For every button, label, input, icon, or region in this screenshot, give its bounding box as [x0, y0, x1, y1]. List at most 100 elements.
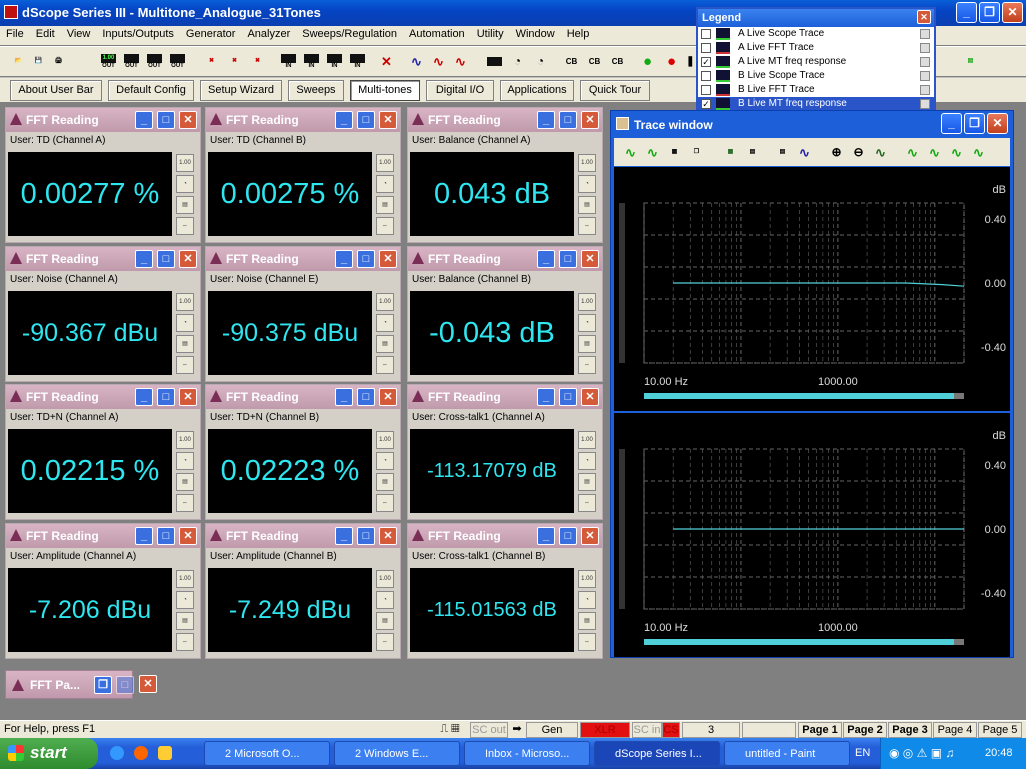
reading-expand-icon[interactable]: ⇔	[376, 217, 394, 235]
panel-minimize-button[interactable]: _	[135, 388, 153, 406]
reading-log-icon[interactable]: ▤	[376, 612, 394, 630]
reading-settings-icon[interactable]: ◔	[578, 591, 596, 609]
reading-settings-icon[interactable]: ◔	[578, 452, 596, 470]
legend-close-button[interactable]: ✕	[917, 10, 931, 24]
reading-expand-icon[interactable]: ⇔	[578, 356, 596, 374]
fft-reading-panel[interactable]: FFT Reading _ □ ✕ User: TD (Channel A) 0.0027…	[5, 107, 201, 243]
reading-format-icon[interactable]: 1.00	[578, 431, 596, 449]
fft-reading-title-bar[interactable]: FFT Reading _ □ ✕	[6, 524, 200, 548]
trace-icon[interactable]: ∿	[644, 144, 661, 161]
menu-generator[interactable]: Generator	[180, 26, 242, 42]
reading-settings-icon[interactable]: ◔	[176, 314, 194, 332]
legend-properties-icon[interactable]	[920, 71, 930, 81]
ie-icon[interactable]	[110, 746, 124, 760]
reading-format-icon[interactable]: 1.00	[578, 154, 596, 172]
zoom-in-icon[interactable]: ⊕	[828, 144, 845, 161]
panel-minimize-button[interactable]: _	[537, 388, 555, 406]
reading-settings-icon[interactable]: ◔	[376, 452, 394, 470]
channel-icon[interactable]: CB	[586, 53, 603, 70]
page-2-tab[interactable]: Page 2	[843, 722, 887, 738]
fft-reading-title-bar[interactable]: FFT Reading _ □ ✕	[206, 108, 400, 132]
fft-reading-panel[interactable]: FFT Reading _ □ ✕ User: Noise (Channel E) -90…	[205, 246, 401, 382]
output-off-icon[interactable]: ✖	[203, 53, 220, 70]
reading-format-icon[interactable]: 1.00	[376, 431, 394, 449]
go-icon[interactable]: ●	[639, 53, 656, 70]
reading-format-icon[interactable]: 1.00	[376, 154, 394, 172]
panel-close-button[interactable]: ✕	[379, 250, 397, 268]
menu-file[interactable]: File	[0, 26, 30, 42]
panel-close-button[interactable]: ✕	[379, 527, 397, 545]
page-1-tab[interactable]: Page 1	[798, 722, 842, 738]
reading-expand-icon[interactable]: ⇔	[176, 633, 194, 651]
menu-analyzer[interactable]: Analyzer	[241, 26, 296, 42]
grid-icon[interactable]: ▦	[722, 144, 739, 161]
cursor-icon[interactable]: ∿	[948, 144, 965, 161]
panel-maximize-button[interactable]: □	[157, 527, 175, 545]
panel-close-button[interactable]: ✕	[581, 527, 599, 545]
reading-format-icon[interactable]: 1.00	[578, 293, 596, 311]
applications-button[interactable]: Applications	[500, 80, 574, 101]
fft-reading-panel[interactable]: FFT Reading _ □ ✕ User: TD+N (Channel B) 0.02…	[205, 384, 401, 520]
add-trace-icon[interactable]: ∿	[622, 144, 639, 161]
trace-plot-upper[interactable]: dB 0.40 0.00 -0.40 10.00 Hz 1000.00	[614, 167, 1010, 411]
reading-log-icon[interactable]: ▤	[176, 473, 194, 491]
panel-maximize-button[interactable]: □	[157, 250, 175, 268]
panel-maximize-button[interactable]: □	[157, 111, 175, 129]
reading-expand-icon[interactable]: ⇔	[176, 217, 194, 235]
fft-reading-title-bar[interactable]: FFT Reading _ □ ✕	[6, 385, 200, 409]
fft-reading-panel[interactable]: FFT Reading _ □ ✕ User: Noise (Channel A) -90…	[5, 246, 201, 382]
menu-inputs-outputs[interactable]: Inputs/Outputs	[96, 26, 180, 42]
panel-maximize-button[interactable]: □	[559, 250, 577, 268]
reading-format-icon[interactable]: 1.00	[176, 293, 194, 311]
fft-min-maximize-button[interactable]: □	[116, 676, 134, 694]
fft-reading-panel[interactable]: FFT Reading _ □ ✕ User: TD+N (Channel A) 0.02…	[5, 384, 201, 520]
legend-properties-icon[interactable]	[920, 57, 930, 67]
legend-item[interactable]: A Live Scope Trace	[698, 27, 934, 41]
legend-checkbox[interactable]: ✓	[701, 99, 711, 109]
cursor-icon[interactable]: ∿	[904, 144, 921, 161]
panel-minimize-button[interactable]: _	[537, 250, 555, 268]
reading-expand-icon[interactable]: ⇔	[176, 356, 194, 374]
output-icon[interactable]: 1.00 OUT	[100, 53, 117, 70]
legend-item[interactable]: A Live FFT Trace	[698, 41, 934, 55]
reading-settings-icon[interactable]: ◔	[376, 314, 394, 332]
fft-reading-panel[interactable]: FFT Reading _ □ ✕ User: Balance (Channel B) -…	[407, 246, 603, 382]
reading-format-icon[interactable]: 1.00	[578, 570, 596, 588]
reading-format-icon[interactable]: 1.00	[376, 293, 394, 311]
fft-min-close-button[interactable]: ✕	[139, 675, 157, 693]
output-off-icon[interactable]: ✖	[249, 53, 266, 70]
taskbar-dscope[interactable]: dScope Series I...	[594, 741, 720, 766]
legend-item[interactable]: B Live FFT Trace	[698, 83, 934, 97]
legend-properties-icon[interactable]	[920, 29, 930, 39]
multi-tones-button[interactable]: Multi-tones	[350, 80, 420, 101]
stop-icon[interactable]: ✕	[378, 53, 395, 70]
reading-log-icon[interactable]: ▤	[578, 335, 596, 353]
reading-format-icon[interactable]: 1.00	[176, 570, 194, 588]
reading-expand-icon[interactable]: ⇔	[376, 633, 394, 651]
dial-icon[interactable]: ◔	[532, 53, 549, 70]
fft-reading-title-bar[interactable]: FFT Reading _ □ ✕	[206, 385, 400, 409]
reading-expand-icon[interactable]: ⇔	[376, 356, 394, 374]
page-3-tab[interactable]: Page 3	[888, 722, 932, 738]
reading-format-icon[interactable]: 1.00	[176, 431, 194, 449]
reading-settings-icon[interactable]: ◔	[376, 175, 394, 193]
fft-reading-title-bar[interactable]: FFT Reading _ □ ✕	[6, 247, 200, 271]
reading-format-icon[interactable]: 1.00	[376, 570, 394, 588]
reading-log-icon[interactable]: ▤	[578, 196, 596, 214]
trace-plot-lower[interactable]: dB 0.40 0.00 -0.40 10.00 Hz 1000.00	[614, 413, 1010, 657]
legend-window[interactable]: Legend A Live Scope Trace A Live FFT Trac…	[696, 7, 936, 115]
meter-icon[interactable]	[486, 53, 503, 70]
firefox-icon[interactable]	[134, 746, 148, 760]
channel-icon[interactable]: CB	[563, 53, 580, 70]
legend-properties-icon[interactable]	[920, 85, 930, 95]
output-icon[interactable]: OUT	[146, 53, 163, 70]
fft-reading-title-bar[interactable]: FFT Reading _ □ ✕	[408, 385, 602, 409]
panel-minimize-button[interactable]: _	[335, 250, 353, 268]
reading-log-icon[interactable]: ▤	[176, 612, 194, 630]
fft-reading-panel[interactable]: FFT Reading _ □ ✕ User: Amplitude (Channel A…	[5, 523, 201, 659]
reading-log-icon[interactable]: ▤	[578, 612, 596, 630]
wave-icon[interactable]: ∿	[452, 53, 469, 70]
legend-checkbox[interactable]	[701, 29, 711, 39]
plot-scroll-track[interactable]	[619, 203, 625, 363]
outlook-icon[interactable]	[158, 746, 172, 760]
